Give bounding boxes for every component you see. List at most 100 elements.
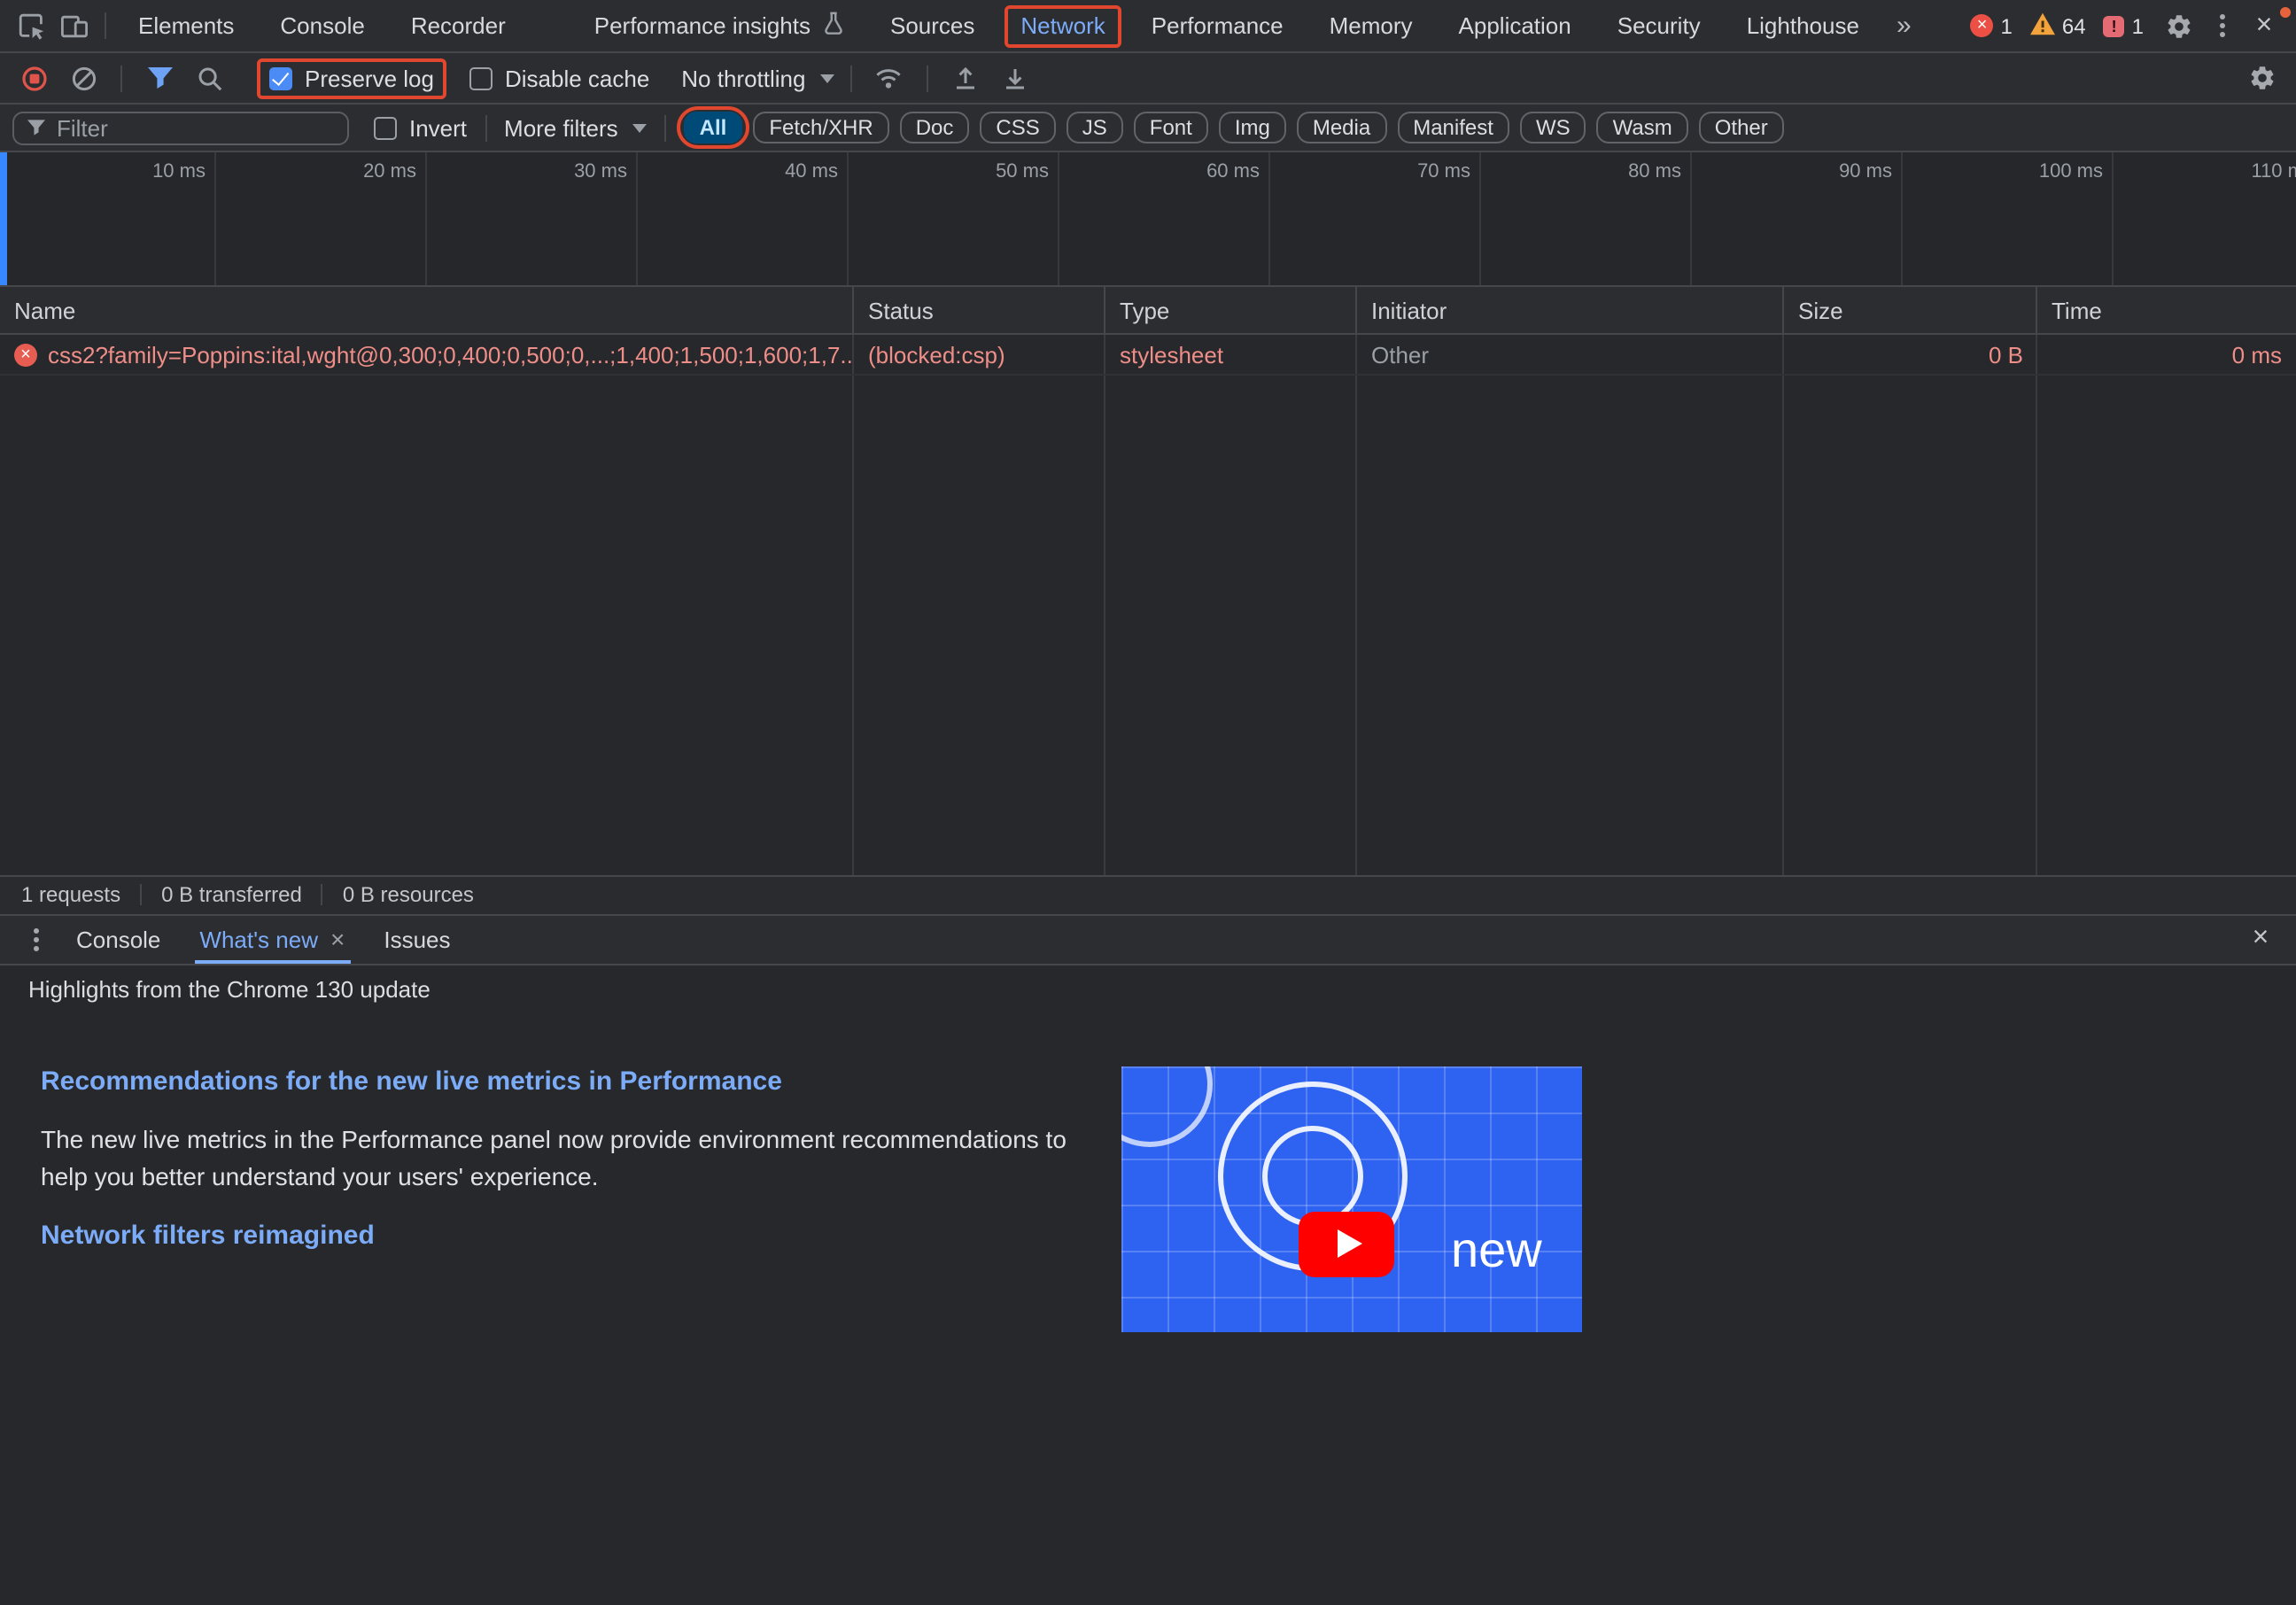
thumbnail-new-text: new [1451, 1221, 1542, 1278]
filter-chip-other[interactable]: Other [1699, 112, 1784, 143]
more-tabs-chevron-icon[interactable]: » [1882, 0, 1926, 51]
thumbnail-circles-graphic [1121, 1066, 1582, 1331]
preserve-log-checkbox[interactable]: Preserve log [269, 65, 434, 91]
chevron-down-icon [819, 74, 834, 82]
gridline [2112, 152, 2114, 285]
filter-funnel-icon [27, 114, 46, 141]
filter-chip-js[interactable]: JS [1067, 112, 1123, 143]
column-header-size[interactable]: Size [1784, 287, 2037, 333]
video-thumbnail[interactable]: new [1121, 1066, 1582, 1331]
timeline-overview[interactable]: 10 ms 20 ms 30 ms 40 ms 50 ms 60 ms 70 m… [0, 152, 2296, 287]
console-warnings-badge[interactable]: 64 [2030, 12, 2086, 40]
column-header-time[interactable]: Time [2037, 287, 2296, 333]
request-error-icon: × [14, 343, 37, 366]
tabbar-right: × 1 64 ! 1 × [1953, 4, 2285, 47]
drawer-tab-whats-new[interactable]: What's new × [180, 915, 364, 963]
clear-network-log-icon[interactable] [62, 57, 105, 99]
filter-chip-wasm[interactable]: Wasm [1597, 112, 1688, 143]
error-icon: × [1971, 14, 1994, 37]
drawer-tab-issues[interactable]: Issues [364, 915, 469, 963]
request-status: (blocked:csp) [854, 335, 1105, 374]
gridline [636, 152, 638, 285]
tab-recorder[interactable]: Recorder [388, 0, 529, 51]
filter-chip-img[interactable]: Img [1219, 112, 1286, 143]
timeline-selection-edge [0, 152, 7, 285]
column-header-name[interactable]: Name [0, 287, 854, 333]
drawer-tab-console[interactable]: Console [57, 915, 180, 963]
tab-security[interactable]: Security [1594, 0, 1724, 51]
divider [120, 65, 122, 91]
divider [105, 12, 106, 39]
request-initiator: Other [1357, 335, 1784, 374]
tab-network[interactable]: Network [997, 0, 1128, 51]
divider [849, 65, 851, 91]
tab-elements[interactable]: Elements [115, 0, 257, 51]
tick-label: 20 ms [292, 161, 416, 182]
column-divider [1355, 335, 1357, 874]
export-har-icon[interactable] [993, 57, 1036, 99]
tab-console[interactable]: Console [257, 0, 387, 51]
filter-chip-ws[interactable]: WS [1520, 112, 1586, 143]
flask-icon [821, 11, 844, 41]
column-header-type[interactable]: Type [1105, 287, 1357, 333]
chevron-down-icon [632, 123, 647, 132]
filter-input[interactable]: Filter [12, 111, 349, 144]
filter-chip-manifest[interactable]: Manifest [1397, 112, 1509, 143]
devtools-tabbar: Elements Console Recorder Performance in… [0, 0, 2296, 53]
filter-chip-fetch-xhr[interactable]: Fetch/XHR [753, 112, 888, 143]
invert-checkbox[interactable]: Invert [374, 114, 467, 141]
inspect-icon[interactable] [11, 4, 53, 47]
drawer-kebab-icon[interactable] [14, 918, 57, 960]
filter-chip-doc[interactable]: Doc [900, 112, 970, 143]
close-whats-new-tab-icon[interactable]: × [330, 925, 345, 953]
gridline [1058, 152, 1059, 285]
checkbox-unchecked [374, 116, 397, 139]
table-row[interactable]: × css2?family=Poppins:ital,wght@0,300;0,… [0, 335, 2296, 376]
kebab-menu-icon[interactable] [2200, 4, 2243, 47]
request-name: css2?family=Poppins:ital,wght@0,300;0,40… [48, 341, 854, 368]
request-size: 0 B [1784, 335, 2037, 374]
close-drawer-icon[interactable]: × [2239, 918, 2282, 960]
request-type: stylesheet [1105, 335, 1357, 374]
search-icon[interactable] [188, 57, 230, 99]
filter-chip-font[interactable]: Font [1134, 112, 1208, 143]
column-header-status[interactable]: Status [854, 287, 1105, 333]
divider [322, 884, 323, 905]
more-filters-dropdown[interactable]: More filters [504, 114, 647, 141]
transferred-size: 0 B transferred [161, 882, 302, 907]
tab-memory[interactable]: Memory [1307, 0, 1436, 51]
disable-cache-checkbox[interactable]: Disable cache [469, 65, 649, 91]
tick-label: 70 ms [1346, 161, 1470, 182]
filter-chip-media[interactable]: Media [1297, 112, 1386, 143]
tab-lighthouse[interactable]: Lighthouse [1724, 0, 1882, 51]
network-summary-bar: 1 requests 0 B transferred 0 B resources [0, 874, 2296, 915]
filter-chip-css[interactable]: CSS [980, 112, 1055, 143]
filter-chip-all[interactable]: All [684, 112, 743, 143]
network-settings-gear-icon[interactable] [2241, 57, 2284, 99]
tick-label: 100 ms [1979, 161, 2103, 182]
tab-sources[interactable]: Sources [867, 0, 997, 51]
whats-new-subtitle: Highlights from the Chrome 130 update [0, 965, 2296, 1012]
import-har-icon[interactable] [943, 57, 986, 99]
console-errors-badge[interactable]: × 1 [1971, 13, 2013, 38]
network-toolbar: Preserve log Disable cache No throttling [0, 53, 2296, 105]
resources-size: 0 B resources [343, 882, 474, 907]
tab-application[interactable]: Application [1436, 0, 1594, 51]
column-header-initiator[interactable]: Initiator [1357, 287, 1784, 333]
network-conditions-icon[interactable] [867, 57, 910, 99]
close-devtools-icon[interactable]: × [2243, 4, 2285, 47]
request-table-body: × css2?family=Poppins:ital,wght@0,300;0,… [0, 335, 2296, 874]
issues-badge[interactable]: ! 1 [2104, 13, 2144, 38]
filter-toggle-icon[interactable] [138, 57, 181, 99]
record-network-log-button[interactable] [12, 57, 55, 99]
youtube-play-icon[interactable] [1299, 1211, 1394, 1276]
tab-performance[interactable]: Performance [1129, 0, 1307, 51]
tab-performance-insights[interactable]: Performance insights [571, 0, 867, 51]
device-toolbar-icon[interactable] [53, 4, 96, 47]
tick-label: 90 ms [1768, 161, 1892, 182]
throttling-select[interactable]: No throttling [681, 65, 834, 91]
column-divider [1782, 335, 1784, 874]
settings-gear-icon[interactable] [2158, 4, 2200, 47]
whats-new-content: Recommendations for the new live metrics… [0, 1012, 2296, 1605]
tick-label: 10 ms [81, 161, 206, 182]
